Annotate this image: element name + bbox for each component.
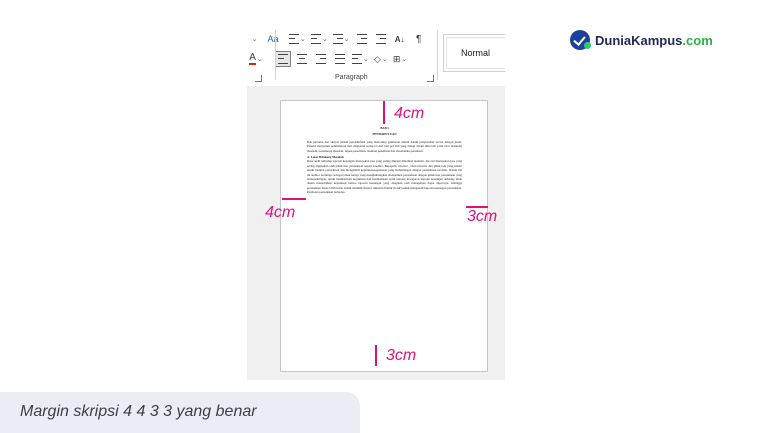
left-margin-label: 4cm [265, 204, 296, 221]
increase-indent-icon[interactable] [374, 32, 388, 46]
document-text: BAB I PENDAHULUAN Bab pertama dari skrip… [307, 126, 462, 196]
caption-text: Margin skripsi 4 4 3 3 yang benar [20, 403, 257, 420]
chapter-number: BAB I [380, 126, 389, 130]
font-color-icon[interactable]: A ⌄ [249, 52, 263, 66]
logo-tld: .com [682, 32, 713, 48]
chapter-title: PENDAHULUAN [372, 132, 397, 137]
paragraph-group-launcher-icon[interactable] [427, 75, 434, 82]
dunia-kampus-logo[interactable]: DuniaKampus .com [570, 30, 713, 50]
body-paragraph: Dasa audit terhadap laporan keuangan mer… [307, 159, 462, 195]
ribbon-row-2: A ⌄ ⌄ ◇ ⌄ ⊞ ⌄ [249, 51, 412, 67]
caption-bar: Margin skripsi 4 4 3 3 yang benar [0, 392, 360, 433]
show-formatting-icon[interactable]: ¶ [412, 32, 426, 46]
numbering-icon[interactable]: ⌄ [310, 32, 328, 46]
right-margin-label: 3cm [467, 208, 498, 225]
ribbon-group-label: Paragraph [335, 74, 368, 81]
sort-icon[interactable]: A↓ [393, 32, 407, 46]
borders-icon[interactable]: ⊞ ⌄ [393, 52, 407, 66]
shading-icon[interactable]: ◇ ⌄ [374, 52, 388, 66]
bottom-margin-label: 3cm [386, 347, 417, 364]
ribbon-separator-right [437, 30, 438, 80]
top-margin-marker [383, 101, 385, 124]
decrease-indent-icon[interactable] [355, 32, 369, 46]
align-right-icon[interactable] [314, 52, 328, 66]
font-dropdown-caret[interactable]: ⌄ [247, 32, 261, 46]
logo-name: DuniaKampus [595, 32, 683, 48]
bullets-icon[interactable]: ⌄ [289, 32, 306, 46]
bottom-margin-marker [375, 345, 377, 366]
align-center-icon[interactable] [295, 52, 309, 66]
ribbon-paragraph-group: ⌄ Aa ⌄ ⌄ ⌄ A↓ ¶ A ⌄ ⌄ ◇ ⌄ ⊞ ⌄ Paragraph Nor… [247, 28, 505, 86]
document-canvas: BAB I PENDAHULUAN Bab pertama dari skrip… [247, 86, 505, 380]
font-group-launcher-icon[interactable] [255, 75, 262, 82]
multilevel-list-icon[interactable]: ⌄ [332, 32, 350, 46]
left-margin-marker [282, 198, 306, 200]
intro-paragraph: Bab pertama dari skripsi adalah pendahul… [307, 139, 462, 153]
document-page[interactable]: BAB I PENDAHULUAN Bab pertama dari skrip… [280, 100, 488, 372]
ribbon-separator-left [275, 30, 276, 80]
align-left-icon[interactable] [275, 51, 291, 67]
logo-check-icon [570, 30, 591, 50]
top-margin-label: 4cm [394, 105, 425, 122]
line-spacing-icon[interactable]: ⌄ [352, 52, 369, 66]
style-normal-preview[interactable]: Normal [443, 34, 505, 72]
change-case-icon[interactable]: Aa [266, 32, 280, 46]
style-preview-frame [446, 37, 505, 69]
justify-icon[interactable] [333, 52, 347, 66]
